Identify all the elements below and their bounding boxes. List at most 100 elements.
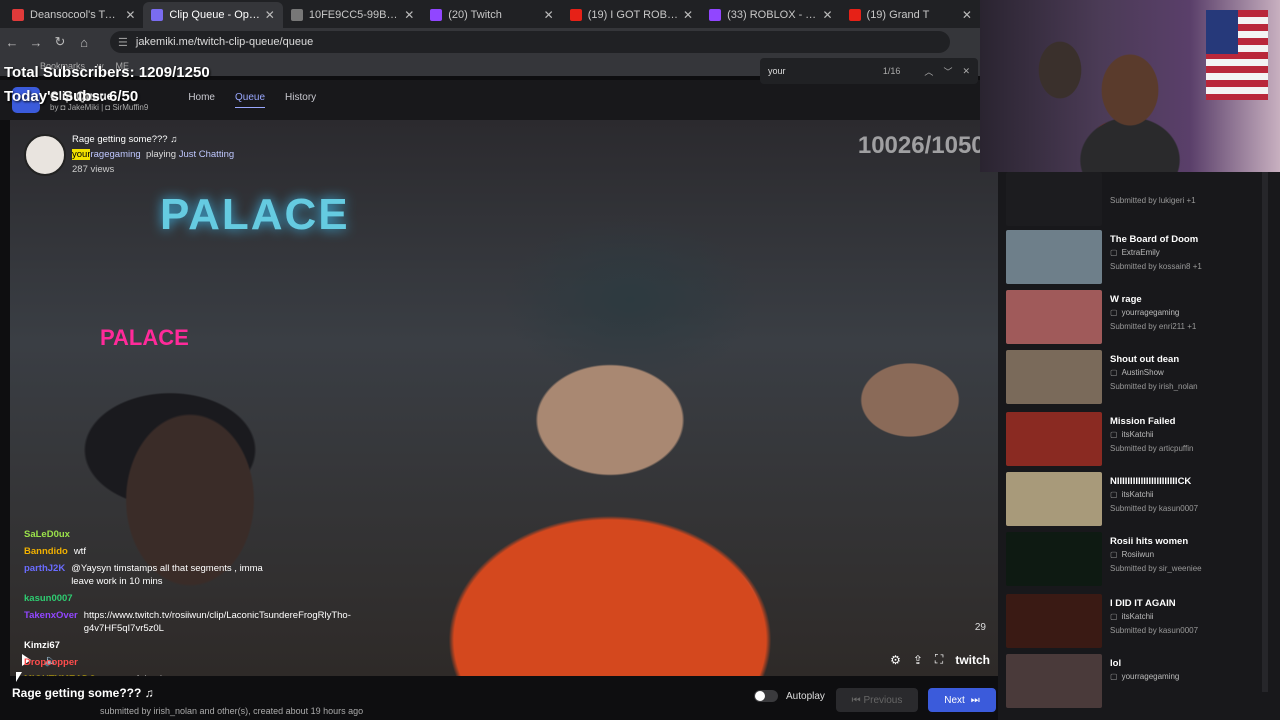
tab-close-icon[interactable]: ✕ <box>544 8 554 22</box>
browser-tab[interactable]: Deansocool's Twitch Statistic ✕ <box>4 2 143 28</box>
chat-bubble-icon: ▢ <box>1110 672 1118 681</box>
twitch-logo[interactable]: twitch <box>955 653 990 667</box>
tab-close-icon[interactable]: ✕ <box>265 8 275 22</box>
queue-item[interactable]: Rosii hits women ▢ Rosiiwun Submitted by si… <box>1006 532 1260 588</box>
tab-close-icon[interactable]: ✕ <box>683 8 693 22</box>
tab-close-icon[interactable]: ✕ <box>125 8 135 22</box>
queue-item[interactable]: W rage ▢ yourragegaming Submitted by enri21… <box>1006 290 1260 346</box>
tab-title: 10FE9CC5-99B1-40FD-A523 <box>308 9 400 21</box>
queue-item-title: I DID IT AGAIN <box>1110 598 1176 609</box>
previous-button[interactable]: ⏮ Previous <box>836 688 918 712</box>
nav-history[interactable]: History <box>285 92 316 108</box>
find-bar: your 1/16 ︿ ﹀ ✕ <box>760 58 978 84</box>
queue-item-title: The Board of Doom <box>1110 234 1199 245</box>
queue-item-title: lol <box>1110 658 1122 669</box>
channel-avatar[interactable] <box>24 134 66 176</box>
clip-thumbnail[interactable] <box>1006 350 1102 404</box>
queue-item[interactable]: Shout out dean ▢ AustinShow Submitted by ir… <box>1006 350 1260 406</box>
browser-tab[interactable]: 10FE9CC5-99B1-40FD-A523 ✕ <box>283 2 422 28</box>
chat-username[interactable]: kasun0007 <box>24 592 73 605</box>
current-clip-meta: submitted by irish_nolan and other(s), c… <box>100 706 364 716</box>
browser-tab-bar: Deansocool's Twitch Statistic✕Clip Queue… <box>0 0 980 28</box>
queue-item[interactable]: NIIIIIIIIIIIIIIIIIIIIIIICK ▢ itsKatchii Sub… <box>1006 472 1260 528</box>
chat-text: @Yaysyn timstamps all that segments , im… <box>71 563 263 587</box>
tab-close-icon[interactable]: ✕ <box>404 8 414 22</box>
clip-thumbnail[interactable] <box>1006 472 1102 526</box>
reload-button[interactable]: ↻ <box>48 34 72 50</box>
find-prev-icon[interactable]: ︿ <box>924 65 933 78</box>
queue-item[interactable]: lol ▢ yourragegaming <box>1006 654 1260 710</box>
channel-link[interactable]: ragegaming <box>90 149 140 160</box>
queue-item[interactable]: The Board of Doom ▢ ExtraEmily Submitted by… <box>1006 230 1260 286</box>
clip-info: Rage getting some??? ♫ yourragegaming pl… <box>24 134 234 176</box>
tab-title: (20) Twitch <box>448 9 502 21</box>
find-close-icon[interactable]: ✕ <box>962 66 970 77</box>
find-next-icon[interactable]: ﹀ <box>943 65 952 78</box>
queue-item[interactable]: Submitted by lukigeri +1 <box>1006 172 1260 228</box>
chat-bubble-icon: ▢ <box>1110 612 1118 621</box>
browser-tab[interactable]: (20) Twitch ✕ <box>422 2 561 28</box>
browser-tab[interactable]: (19) Grand T ✕ <box>841 2 980 28</box>
queue-item-channel: ▢ itsKatchii <box>1110 490 1154 499</box>
next-button[interactable]: Next ⏭ <box>928 688 996 712</box>
shirt-text: PALACE <box>100 325 189 350</box>
nav-home[interactable]: Home <box>188 92 215 108</box>
chat-message: Kimzi67 <box>0 637 270 654</box>
tab-close-icon[interactable]: ✕ <box>962 8 972 22</box>
queue-item-submitter: Submitted by kossain8 +1 <box>1110 262 1202 271</box>
queue-item[interactable]: I DID IT AGAIN ▢ itsKatchii Submitted by ka… <box>1006 594 1260 650</box>
chat-username[interactable]: Dropcopper <box>24 656 78 669</box>
queue-item-title: NIIIIIIIIIIIIIIIIIIIIIIICK <box>1110 476 1192 487</box>
fullscreen-icon[interactable]: ⛶ <box>935 652 943 667</box>
queue-item-channel: ▢ Rosiiwun <box>1110 550 1155 559</box>
chat-username[interactable]: Banndido <box>24 545 68 558</box>
chat-username[interactable]: parthJ2K <box>24 562 65 588</box>
clip-thumbnail[interactable] <box>1006 172 1102 226</box>
browser-tab[interactable]: Clip Queue - Open ✕ <box>143 2 283 28</box>
site-info-icon[interactable]: ☰ <box>118 36 128 49</box>
clip-thumbnail[interactable] <box>1006 594 1102 648</box>
forward-button[interactable]: → <box>24 35 48 50</box>
chat-username[interactable]: Kimzi67 <box>24 639 60 652</box>
queue-item-channel: ▢ yourragegaming <box>1110 672 1180 681</box>
find-input[interactable]: your <box>768 66 883 76</box>
current-clip-title: Rage getting some??? ♫ <box>12 686 154 700</box>
clip-thumbnail[interactable] <box>1006 290 1102 344</box>
queue-item[interactable]: Mission Failed ▢ itsKatchii Submitted by ar… <box>1006 412 1260 468</box>
tab-favicon-icon <box>151 9 164 21</box>
clip-thumbnail[interactable] <box>1006 654 1102 708</box>
queue-item-submitter: Submitted by kasun0007 <box>1110 626 1199 635</box>
queue-item-title: Mission Failed <box>1110 416 1176 427</box>
subscriber-goal: Total Subscribers: 1209/1250 <box>4 64 210 81</box>
clip-thumbnail[interactable] <box>1006 412 1102 466</box>
autoplay-toggle[interactable]: Autoplay <box>754 690 825 702</box>
game-link[interactable]: Just Chatting <box>179 149 234 160</box>
address-bar[interactable]: ☰ jakemiki.me/twitch-clip-queue/queue <box>110 31 950 53</box>
chat-bubble-icon: ▢ <box>1110 430 1118 439</box>
clip-thumbnail[interactable] <box>1006 532 1102 586</box>
back-button[interactable]: ← <box>0 35 24 50</box>
share-icon[interactable]: ⇪ <box>913 653 923 667</box>
site-nav: Home Queue History <box>188 92 316 108</box>
clip-thumbnail[interactable] <box>1006 230 1102 284</box>
queue-sidebar: Submitted by lukigeri +1 The Board of Doo… <box>998 172 1280 720</box>
chat-username[interactable]: SaLeD0ux <box>24 528 70 541</box>
queue-item-title: W rage <box>1110 294 1142 305</box>
video-time: 29 <box>974 622 986 633</box>
browser-tab[interactable]: (19) I GOT ROBBED - The Lo ✕ <box>562 2 701 28</box>
chat-message: SaLeD0ux <box>0 526 270 543</box>
tab-title: (19) Grand T <box>866 9 930 21</box>
queue-item-channel: ▢ itsKatchii <box>1110 612 1154 621</box>
clip-views: 287 views <box>72 164 115 175</box>
chat-username[interactable]: TakenxOver <box>24 609 78 635</box>
toggle-switch[interactable] <box>754 690 778 702</box>
url-text: jakemiki.me/twitch-clip-queue/queue <box>135 36 314 48</box>
clip-title[interactable]: Rage getting some??? ♫ <box>72 134 234 145</box>
browser-tab[interactable]: (33) ROBLOX - Twitch✕ <box>701 2 840 28</box>
queue-item-title: Rosii hits women <box>1110 536 1189 547</box>
sidebar-scrollbar[interactable] <box>1262 172 1268 692</box>
gear-icon[interactable]: ⚙ <box>890 653 901 667</box>
nav-queue[interactable]: Queue <box>235 92 266 108</box>
tab-close-icon[interactable]: ✕ <box>822 8 832 22</box>
home-button[interactable]: ⌂ <box>72 35 96 50</box>
